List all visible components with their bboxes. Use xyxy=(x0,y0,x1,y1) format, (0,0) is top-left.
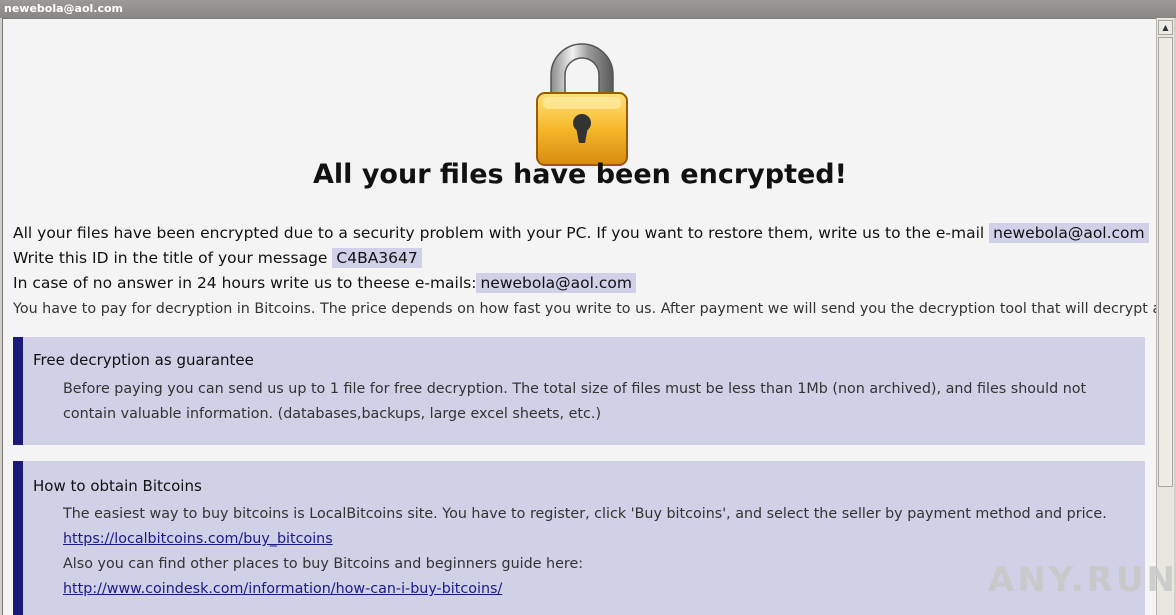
id-text: Write this ID in the title of your messa… xyxy=(13,249,328,267)
contact-email[interactable]: newebola@aol.com xyxy=(989,223,1149,243)
coindesk-link[interactable]: http://www.coindesk.com/information/how-… xyxy=(63,577,1133,602)
bitcoins-box: How to obtain Bitcoins The easiest way t… xyxy=(13,461,1145,615)
page-title: All your files have been encrypted! xyxy=(313,159,847,190)
arrow-up-icon[interactable]: ▲ xyxy=(1158,20,1173,35)
padlock-icon xyxy=(536,43,628,166)
guarantee-text: Before paying you can send us up to 1 fi… xyxy=(63,381,1087,422)
id-line: Write this ID in the title of your messa… xyxy=(13,248,422,268)
intro-text: All your files have been encrypted due t… xyxy=(13,224,985,242)
ransom-note-page: All your files have been encrypted! All … xyxy=(2,18,1156,615)
intro-line: All your files have been encrypted due t… xyxy=(13,223,1149,243)
bitcoins-text-2: Also you can find other places to buy Bi… xyxy=(63,556,584,572)
payment-text: You have to pay for decryption in Bitcoi… xyxy=(13,301,1156,317)
window-title: newebola@aol.com xyxy=(4,2,124,15)
window-title-bar: newebola@aol.com xyxy=(0,0,1176,18)
guarantee-title: Free decryption as guarantee xyxy=(33,351,254,369)
bitcoins-body: The easiest way to buy bitcoins is Local… xyxy=(63,502,1133,602)
fallback-email[interactable]: newebola@aol.com xyxy=(476,273,636,293)
fallback-text: In case of no answer in 24 hours write u… xyxy=(13,274,477,292)
localbitcoins-link[interactable]: https://localbitcoins.com/buy_bitcoins xyxy=(63,527,1133,552)
bitcoins-text-1: The easiest way to buy bitcoins is Local… xyxy=(63,506,1107,522)
vertical-scrollbar[interactable]: ▲ xyxy=(1156,18,1174,615)
scrollbar-thumb[interactable] xyxy=(1158,37,1173,487)
bitcoins-title: How to obtain Bitcoins xyxy=(33,477,202,495)
victim-id[interactable]: C4BA3647 xyxy=(332,248,422,268)
fallback-line: In case of no answer in 24 hours write u… xyxy=(13,273,636,293)
watermark: ANY.RUN xyxy=(988,560,1176,600)
guarantee-box: Free decryption as guarantee Before payi… xyxy=(13,337,1145,445)
